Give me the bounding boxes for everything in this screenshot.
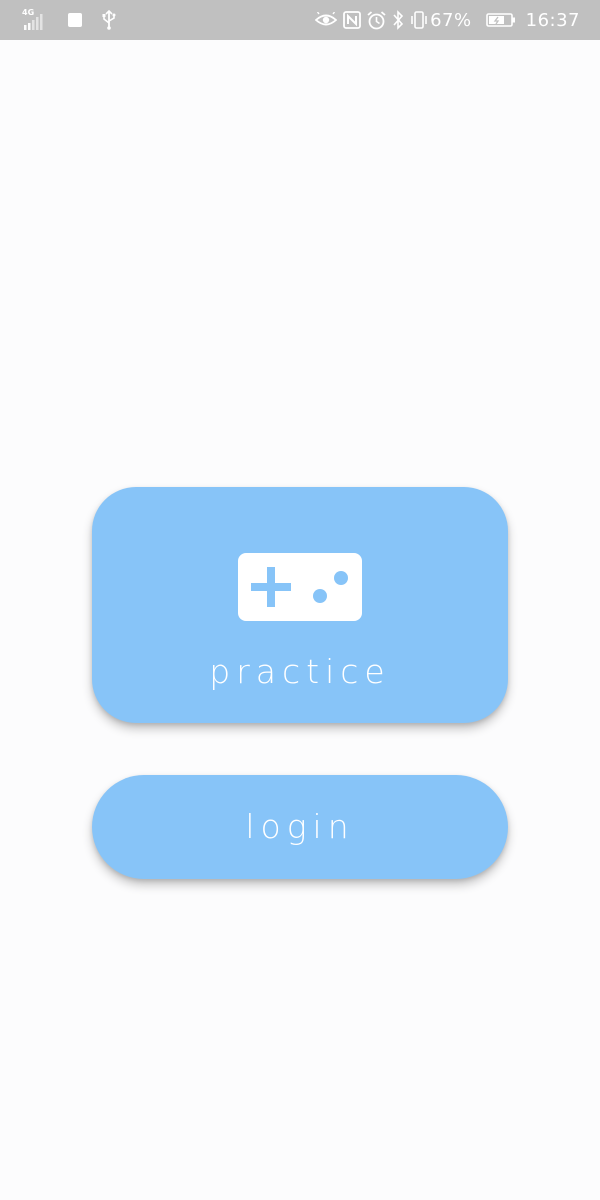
status-bar-left: 4G — [22, 8, 116, 32]
login-label: login — [245, 807, 355, 846]
battery-percent: 67% — [430, 9, 472, 31]
nfc-icon — [343, 11, 362, 29]
eye-comfort-icon — [315, 12, 338, 28]
alarm-icon — [367, 10, 386, 30]
main-content: practice login — [0, 40, 600, 1200]
vibrate-icon — [410, 10, 428, 30]
signal-icon: 4G — [22, 8, 54, 32]
usb-icon — [102, 10, 116, 30]
bluetooth-icon — [392, 10, 404, 30]
status-bar-right: 67% 16:37 — [309, 10, 580, 31]
status-bar: 4G 67% 16:37 — [0, 0, 600, 40]
battery-icon — [485, 12, 516, 28]
practice-label: practice — [209, 652, 391, 691]
practice-button[interactable]: practice — [92, 487, 508, 723]
gamepad-icon — [238, 553, 362, 621]
clock: 16:37 — [525, 9, 580, 31]
login-button[interactable]: login — [92, 775, 508, 879]
stop-icon — [68, 13, 82, 27]
